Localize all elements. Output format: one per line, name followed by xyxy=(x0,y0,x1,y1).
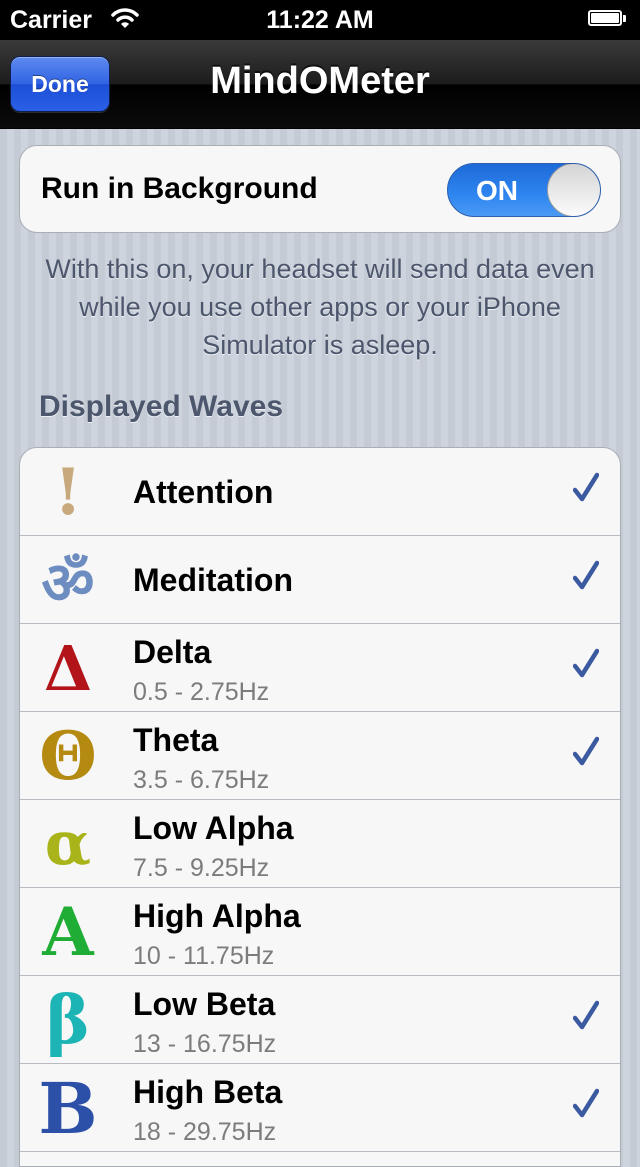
wave-title: Meditation xyxy=(133,562,293,598)
wave-title: High Alpha xyxy=(133,898,301,934)
wave-frequency: 0.5 - 2.75Hz xyxy=(133,678,270,706)
checkmark-icon xyxy=(572,1088,600,1125)
exclamation-icon: ! xyxy=(53,454,83,530)
wave-row-theta[interactable]: Θ Theta 3.5 - 6.75Hz xyxy=(20,712,620,800)
wave-frequency: 3.5 - 6.75Hz xyxy=(133,766,270,794)
om-icon: ॐ xyxy=(41,548,95,617)
beta-icon: β xyxy=(46,981,90,1059)
checkmark-icon xyxy=(572,472,600,509)
wave-title: Theta xyxy=(133,722,219,758)
wave-row-delta[interactable]: Δ Delta 0.5 - 2.75Hz xyxy=(20,624,620,712)
delta-icon: Δ xyxy=(43,631,93,705)
wave-row-attention[interactable]: ! Attention xyxy=(20,448,620,536)
run-in-background-label: Run in Background xyxy=(41,172,318,205)
page-title: MindOMeter xyxy=(210,60,430,102)
theta-icon: Θ xyxy=(39,717,97,795)
wave-row-high-alpha[interactable]: A High Alpha 10 - 11.75Hz xyxy=(20,888,620,976)
wave-title: Low Alpha xyxy=(133,810,294,846)
wave-row-low-beta[interactable]: β Low Beta 13 - 16.75Hz xyxy=(20,976,620,1064)
displayed-waves-header: Displayed Waves xyxy=(39,390,283,423)
wave-title: Low Beta xyxy=(133,986,276,1022)
wave-title: High Beta xyxy=(133,1074,283,1110)
toggle-state-label: ON xyxy=(476,175,518,206)
background-footer-note: With this on, your headset will send dat… xyxy=(45,254,595,360)
alpha-icon: α xyxy=(44,809,92,879)
run-in-background-cell: Run in Background ON xyxy=(19,145,621,233)
run-in-background-toggle[interactable]: ON xyxy=(447,163,601,217)
battery-icon xyxy=(588,10,628,28)
wave-frequency: 13 - 16.75Hz xyxy=(133,1030,277,1058)
checkmark-icon xyxy=(572,1000,600,1037)
wave-title: Delta xyxy=(133,634,212,670)
wave-row-meditation[interactable]: ॐ Meditation xyxy=(20,536,620,624)
capital-beta-icon: B xyxy=(38,1066,98,1150)
toggle-knob xyxy=(547,164,600,216)
navigation-bar: Done MindOMeter xyxy=(0,40,640,129)
wave-row-high-beta[interactable]: B High Beta 18 - 29.75Hz xyxy=(20,1064,620,1152)
checkmark-icon xyxy=(572,560,600,597)
checkmark-icon xyxy=(572,736,600,773)
clock-time: 11:22 AM xyxy=(266,6,374,34)
wave-frequency: 7.5 - 9.25Hz xyxy=(133,854,270,882)
wave-title: Attention xyxy=(133,474,274,510)
wave-frequency: 18 - 29.75Hz xyxy=(133,1118,277,1146)
checkmark-icon xyxy=(572,648,600,685)
waves-list: ! Attention ॐ Meditation Δ Delta 0.5 - 2… xyxy=(19,447,621,1167)
capital-alpha-icon: A xyxy=(42,893,94,971)
status-bar: Carrier 11:22 AM xyxy=(0,0,640,40)
wave-frequency: 10 - 11.75Hz xyxy=(133,942,275,970)
wave-row-low-alpha[interactable]: α Low Alpha 7.5 - 9.25Hz xyxy=(20,800,620,888)
